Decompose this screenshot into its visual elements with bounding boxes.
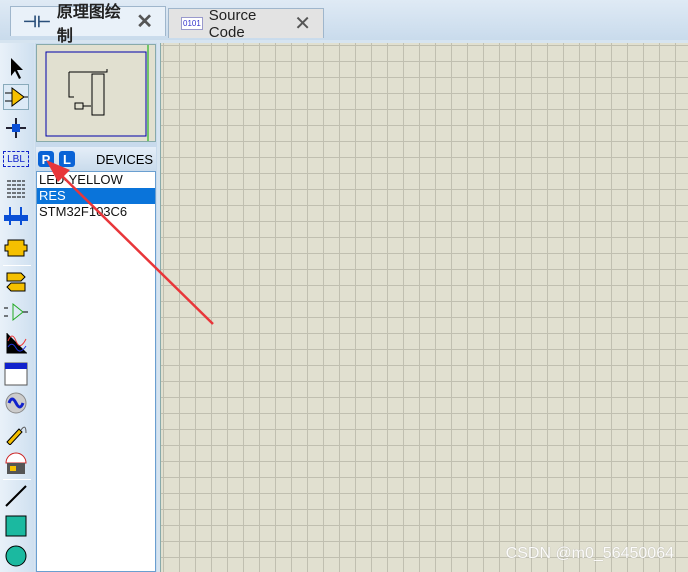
watermark: CSDN @m0_56450064 [505, 545, 674, 562]
red-arrow-annotation [46, 160, 214, 325]
